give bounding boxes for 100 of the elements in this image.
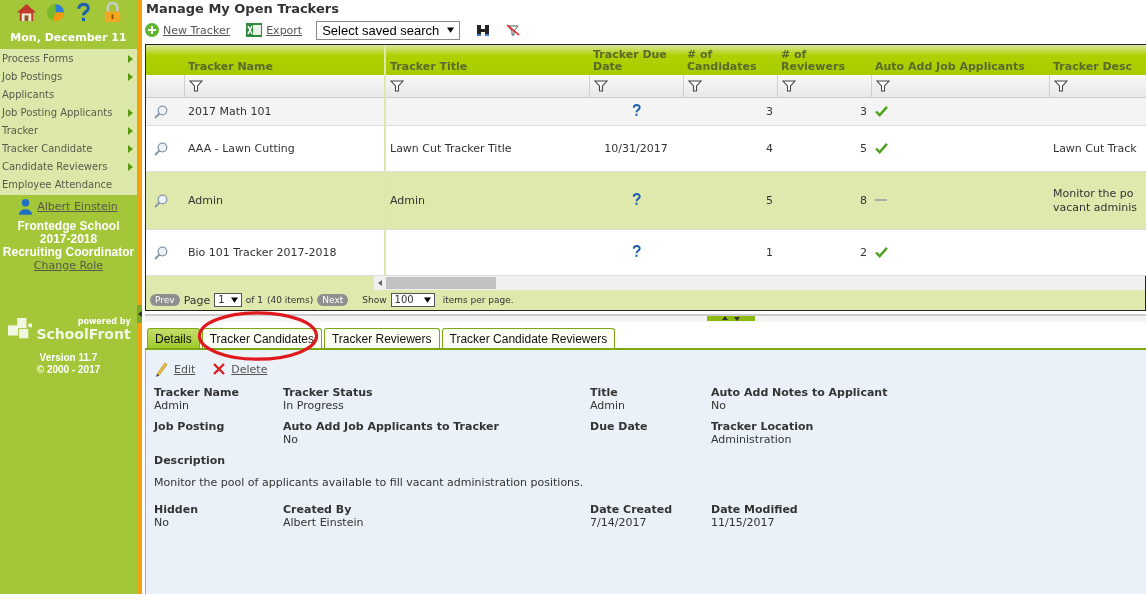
delete-icon (213, 363, 226, 375)
show-label: Show (362, 295, 387, 305)
table-cell: Monitor the po vacant adminis (1053, 186, 1138, 214)
field-value: No (154, 516, 170, 529)
scroll-left-arrow-icon[interactable] (378, 280, 382, 286)
field-label: Tracker Location (711, 420, 815, 433)
export-link[interactable]: Export (266, 23, 303, 37)
menu-item[interactable]: Job Postings (0, 68, 137, 86)
field-label: Tracker Name (154, 386, 240, 399)
field-value: Albert Einstein (283, 516, 365, 529)
version-label: Version 11.7 (38, 352, 99, 364)
menu-item[interactable]: Candidate Reviewers (0, 158, 137, 176)
tab[interactable]: Tracker Candidate Reviewers (441, 328, 616, 348)
table-cell: 8 (860, 194, 867, 207)
field-label: Date Modified (711, 503, 799, 516)
table-cell: Admin (390, 194, 426, 207)
field-value: No (283, 433, 299, 446)
page-dropdown[interactable]: 1 (214, 293, 242, 307)
field-label: Job Posting (154, 420, 226, 433)
field-label: Due Date (590, 420, 649, 433)
magnifier-icon[interactable] (154, 104, 168, 119)
menu-item[interactable]: Applicants (0, 86, 137, 104)
column-header[interactable]: Tracker Due Date (589, 45, 683, 75)
saved-search-dropdown[interactable]: Select saved search (316, 20, 461, 40)
column-header[interactable]: # of Reviewers (777, 45, 871, 75)
binoculars-icon[interactable] (476, 23, 491, 37)
field-value: Admin (154, 399, 191, 412)
next-button[interactable]: Next (317, 294, 349, 306)
clear-filter-icon[interactable] (506, 23, 521, 37)
menu-item[interactable]: Tracker Candidate (0, 140, 137, 158)
page-count: of 1 (245, 295, 263, 305)
new-tracker-link[interactable]: New Tracker (163, 23, 231, 37)
filter-icon[interactable] (593, 79, 608, 93)
caret-icon (423, 297, 431, 303)
tab[interactable]: Tracker Reviewers (323, 328, 440, 348)
column-header[interactable]: Tracker Name (184, 45, 385, 75)
date-label: Mon, December 11 (9, 30, 128, 46)
table-cell: 2 (860, 246, 867, 259)
change-role-link[interactable]: Change Role (0, 259, 137, 272)
magnifier-icon[interactable] (154, 245, 168, 260)
filter-icon[interactable] (875, 79, 890, 93)
table-cell: 10/31/2017 (604, 142, 668, 155)
filter-icon[interactable] (188, 79, 203, 93)
column-header[interactable]: Tracker Title (385, 45, 589, 75)
unknown-date-icon (631, 192, 641, 206)
menu-item[interactable]: Process Forms (0, 50, 137, 68)
magnifier-icon[interactable] (154, 193, 168, 208)
page-size-label: items per page. (442, 295, 514, 305)
menu-item[interactable]: Job Posting Applicants (0, 104, 137, 122)
column-header[interactable]: Tracker Desc (1049, 45, 1146, 75)
splitter-bar[interactable] (145, 314, 1146, 322)
tab[interactable]: Details (147, 328, 200, 348)
column-header[interactable]: # of Candidates (683, 45, 777, 75)
role-label: Recruiting Coordinator (1, 246, 136, 259)
filter-icon[interactable] (1053, 79, 1068, 93)
field-label: Tracker Status (283, 386, 374, 399)
table-row[interactable]: 2017 Math 101 3 3 (146, 97, 1146, 126)
powered-by-label: powered by (77, 317, 131, 326)
field-label: Hidden (154, 503, 200, 516)
field-label: Title (590, 386, 619, 399)
pencil-icon (154, 361, 168, 377)
description-text: Monitor the pool of applicants available to fill vacant administration positions. (154, 476, 585, 489)
table-cell: AAA - Lawn Cutting (188, 142, 295, 155)
brand-name: SchoolFront (36, 326, 131, 342)
table-cell: 2017 Math 101 (188, 105, 272, 118)
field-value: 11/15/2017 (711, 516, 776, 529)
collapse-handle[interactable] (137, 305, 142, 323)
horizontal-scrollbar[interactable] (374, 276, 1145, 290)
prev-button[interactable]: Prev (150, 294, 180, 306)
page-label: Page (183, 293, 211, 307)
tab[interactable]: Tracker Candidates (201, 328, 322, 348)
field-label: Auto Add Notes to Applicant (711, 386, 889, 399)
table-row[interactable]: Bio 101 Tracker 2017-2018 1 2 (146, 229, 1146, 276)
table-row[interactable]: Admin Admin 5 8 Monitor the po vacant adminis (146, 171, 1146, 230)
edit-link[interactable]: Edit (174, 362, 196, 376)
page-size-dropdown[interactable]: 100 (390, 293, 435, 307)
caret-icon (447, 27, 455, 33)
table-cell: 5 (860, 142, 867, 155)
school-year: 2017-2018 (39, 233, 99, 246)
school-name: Frontedge School (16, 220, 121, 233)
field-value: No (711, 399, 727, 412)
column-header[interactable]: Auto Add Job Applicants (871, 45, 1049, 75)
table-cell: Admin (188, 194, 224, 207)
user-name-link[interactable]: Albert Einstein (37, 200, 118, 213)
table-cell: Lawn Cut Tracker Title (390, 142, 512, 155)
table-row[interactable]: AAA - Lawn Cutting Lawn Cut Tracker Title 10/31/2017 4 5 Lawn Cut Track (146, 125, 1146, 172)
filter-icon[interactable] (687, 79, 702, 93)
delete-link[interactable]: Delete (231, 362, 268, 376)
table-cell: 3 (766, 105, 773, 118)
splitter-handle[interactable] (706, 316, 755, 321)
spreadsheet-icon (246, 23, 263, 37)
filter-icon[interactable] (781, 79, 796, 93)
table-cell: 1 (766, 246, 773, 259)
home-icon[interactable] (15, 2, 37, 23)
magnifier-icon[interactable] (154, 141, 168, 156)
field-label: Date Created (590, 503, 674, 516)
menu-item[interactable]: Employee Attendance (0, 176, 137, 194)
filter-icon[interactable] (390, 79, 404, 93)
caret-icon (230, 297, 238, 303)
menu-item[interactable]: Tracker (0, 122, 137, 140)
